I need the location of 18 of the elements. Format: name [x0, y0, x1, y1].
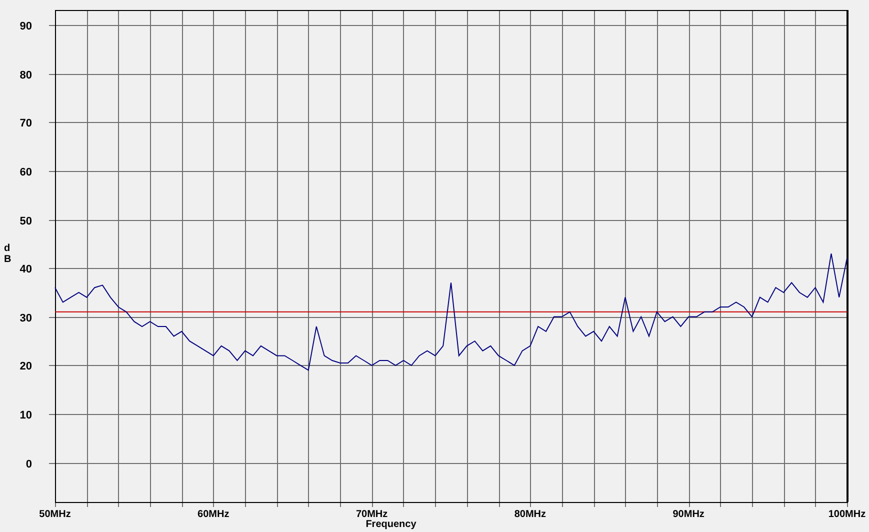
tick-label: 80 [20, 70, 32, 82]
tick-label: 90 [20, 20, 32, 32]
tick-label: 70MHz [356, 509, 388, 520]
tick-label: 90MHz [672, 509, 704, 520]
tick-label: 70 [20, 118, 32, 130]
tick-label: 60MHz [198, 509, 230, 520]
tick-label: 50MHz [39, 509, 71, 520]
tick-label: 80MHz [514, 509, 546, 520]
tick-label: 60 [20, 166, 32, 178]
tick-label: 100MHz [828, 509, 866, 520]
axis-label: Frequency [366, 519, 416, 530]
axis-label: dB [4, 243, 12, 265]
tick-label: 10 [20, 410, 32, 422]
tick-label: 40 [20, 264, 32, 276]
tick-label: 30 [20, 312, 32, 324]
tick-label: 0 [26, 458, 32, 470]
tick-label: 20 [20, 360, 32, 372]
tick-label: 50 [20, 216, 32, 228]
